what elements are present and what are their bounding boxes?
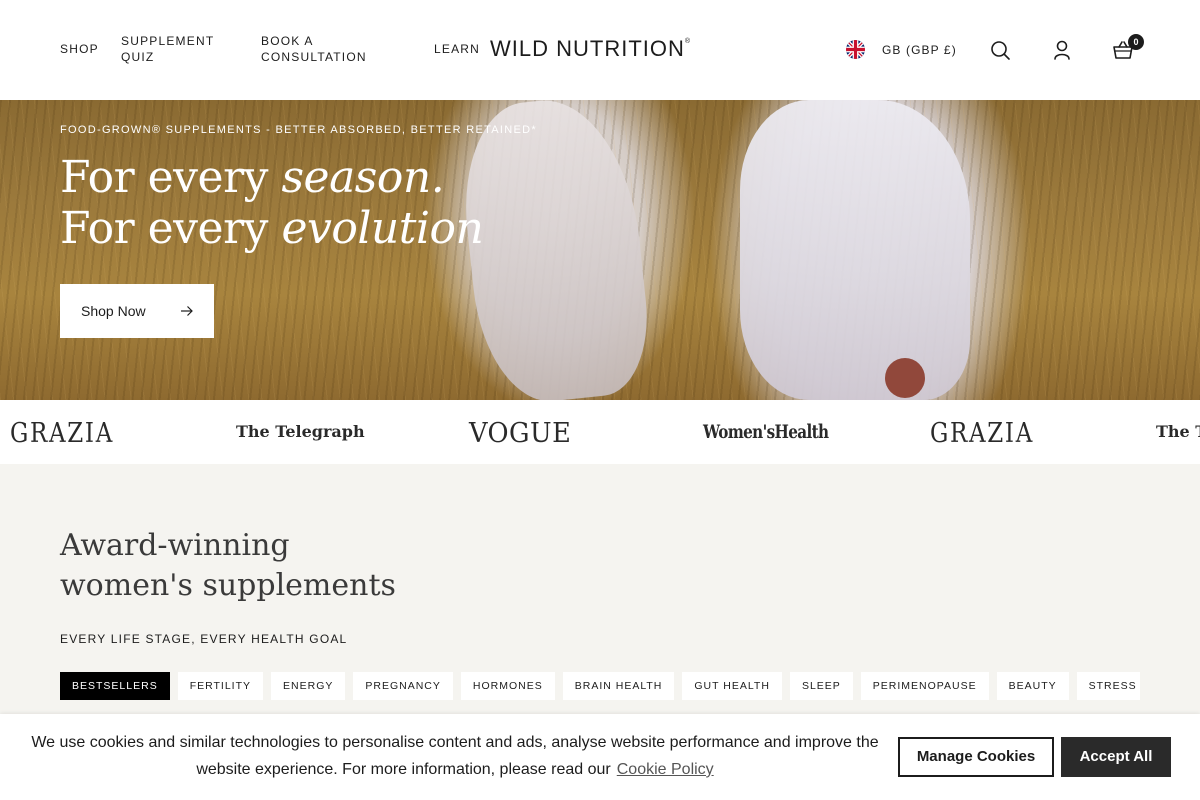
uk-flag-icon [846, 40, 865, 59]
hero-figure [740, 100, 970, 400]
tab-fertility[interactable]: FERTILITY [177, 672, 264, 700]
nav-book-consultation-line1: BOOK A [261, 34, 314, 48]
accept-all-button[interactable]: Accept All [1061, 737, 1171, 777]
nav-learn[interactable]: LEARN [434, 41, 480, 57]
hero-eyebrow: FOOD-GROWN® SUPPLEMENTS - BETTER ABSORBE… [60, 124, 537, 136]
press-logo-vogue: VOGUE [469, 418, 572, 449]
nav-supplement-quiz[interactable]: SUPPLEMENT QUIZ [121, 33, 214, 65]
press-logo-telegraph: The Telegraph [1156, 422, 1200, 441]
cookie-banner: We use cookies and similar technologies … [0, 714, 1200, 800]
hero-title-line2-italic: evolution [281, 203, 484, 254]
tab-pregnancy[interactable]: PREGNANCY [353, 672, 453, 700]
press-logo-telegraph: The Telegraph [236, 422, 365, 441]
site-logo-text: WILD NUTRITION [490, 36, 685, 61]
cookie-policy-link[interactable]: Cookie Policy [617, 761, 714, 778]
registered-mark: ® [684, 38, 692, 45]
site-header: SHOP SUPPLEMENT QUIZ BOOK A CONSULTATION… [0, 0, 1200, 100]
hero-title: For every season. For every evolution [60, 152, 484, 254]
region-selector[interactable]: GB (GBP £) [846, 40, 957, 59]
nav-shop[interactable]: SHOP [60, 41, 99, 57]
tab-sleep[interactable]: SLEEP [789, 672, 853, 700]
nav-book-consultation-line2: CONSULTATION [261, 50, 367, 64]
nav-supplement-quiz-line1: SUPPLEMENT [121, 34, 215, 48]
cookie-message-text: We use cookies and similar technologies … [31, 734, 879, 778]
site-logo[interactable]: WILD NUTRITION® [490, 36, 691, 62]
account-icon[interactable] [1050, 38, 1074, 62]
section-title: Award-winning women's supplements [60, 526, 396, 606]
manage-cookies-button[interactable]: Manage Cookies [898, 737, 1054, 777]
press-logos-strip: GRAZIA The Telegraph VOGUE Women'sHealth… [0, 400, 1200, 464]
region-label: GB (GBP £) [882, 42, 957, 57]
hero-banner: FOOD-GROWN® SUPPLEMENTS - BETTER ABSORBE… [0, 100, 1200, 400]
search-icon[interactable] [988, 38, 1012, 62]
tab-bestsellers[interactable]: BESTSELLERS [60, 672, 170, 700]
cookie-message: We use cookies and similar technologies … [30, 729, 880, 783]
hero-title-line1-italic: season. [281, 152, 445, 203]
cart-count-badge: 0 [1128, 34, 1144, 50]
press-logo-grazia: GRAZIA [930, 418, 1034, 449]
hero-detail [885, 358, 925, 398]
shop-now-button[interactable]: Shop Now [60, 284, 214, 338]
section-subtitle: EVERY LIFE STAGE, EVERY HEALTH GOAL [60, 632, 348, 646]
tab-energy[interactable]: ENERGY [271, 672, 346, 700]
tab-brain-health[interactable]: BRAIN HEALTH [562, 672, 675, 700]
tab-beauty[interactable]: BEAUTY [996, 672, 1069, 700]
category-tabs: BESTSELLERS FERTILITY ENERGY PREGNANCY HORMO… [60, 672, 1140, 700]
section-title-line1: Award-winning [60, 528, 290, 563]
nav-book-consultation[interactable]: BOOK A CONSULTATION [261, 33, 367, 65]
section-title-line2: women's supplements [60, 568, 396, 603]
tab-gut-health[interactable]: GUT HEALTH [682, 672, 782, 700]
shop-now-label: Shop Now [81, 303, 146, 319]
press-logo-grazia: GRAZIA [10, 418, 114, 449]
tab-stress[interactable]: STRESS [1076, 672, 1140, 700]
tab-perimenopause[interactable]: PERIMENOPAUSE [860, 672, 989, 700]
arrow-right-icon [181, 306, 193, 316]
press-logo-womens-health: Women'sHealth [703, 421, 829, 443]
tab-hormones[interactable]: HORMONES [460, 672, 555, 700]
hero-title-line1-plain: For every [60, 152, 282, 203]
nav-supplement-quiz-line2: QUIZ [121, 50, 155, 64]
hero-title-line2-plain: For every [60, 203, 282, 254]
